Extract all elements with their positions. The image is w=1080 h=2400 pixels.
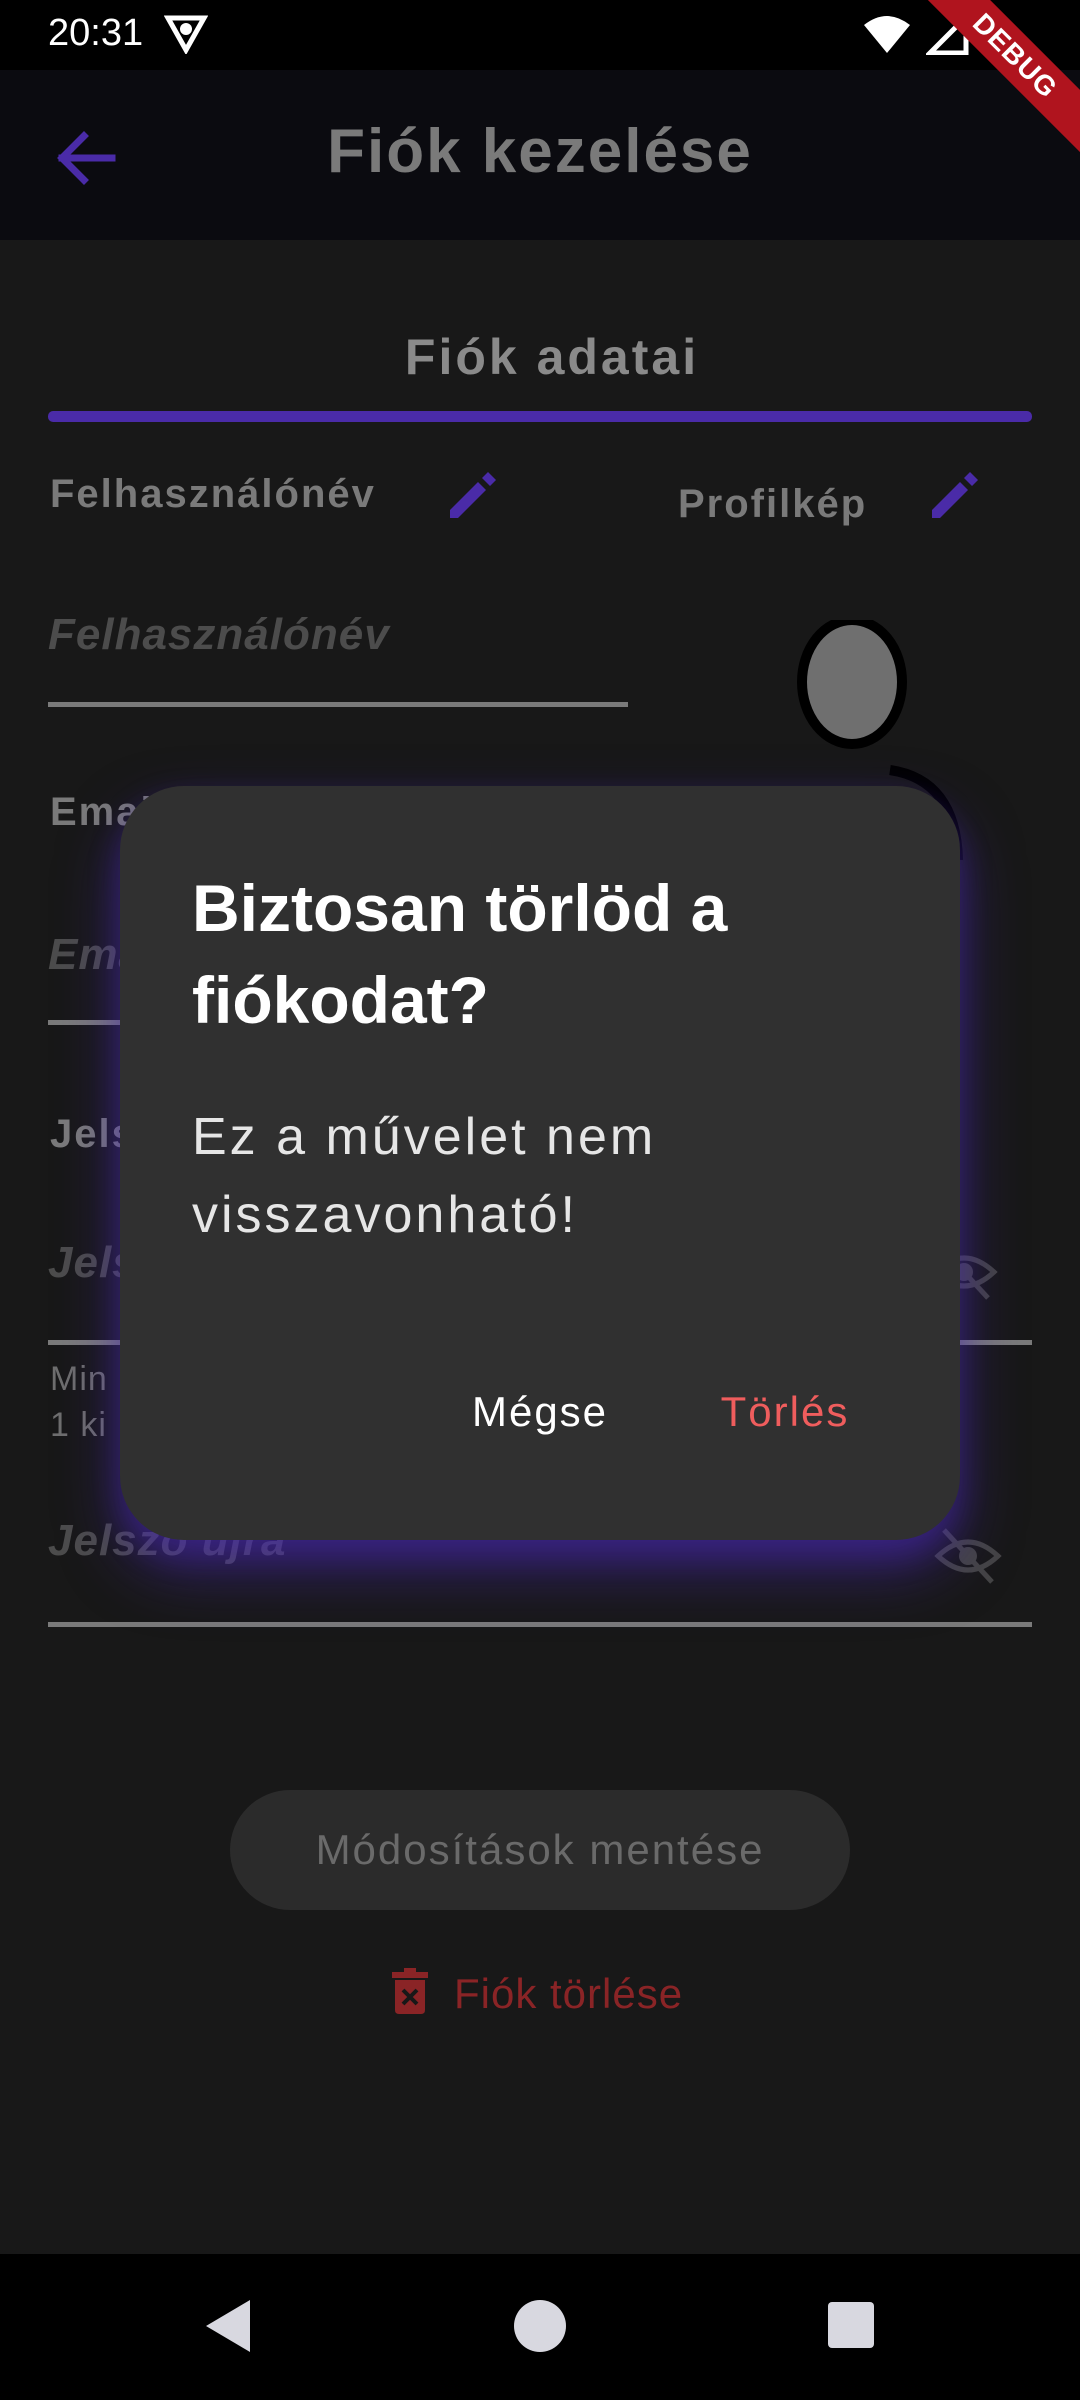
confirm-delete-button[interactable]: Törlés — [700, 1372, 870, 1452]
nav-recents-icon[interactable] — [824, 2296, 880, 2361]
dialog-message: Ez a művelet nem visszavonható! — [192, 1108, 657, 1244]
dialog-title: Biztosan törlöd a fiókodat? — [192, 871, 728, 1037]
status-bar: 20:31 — [0, 0, 1080, 70]
cancel-button[interactable]: Mégse — [460, 1372, 620, 1452]
status-time: 20:31 — [48, 12, 144, 54]
system-nav-bar — [0, 2254, 1080, 2400]
nav-back-icon[interactable] — [200, 2296, 256, 2361]
confirm-delete-dialog: Biztosan törlöd a fiókodat? Ez a művelet… — [120, 786, 960, 1540]
vpn-shield-icon — [163, 14, 209, 59]
nav-home-icon[interactable] — [512, 2296, 568, 2361]
wifi-icon — [862, 15, 912, 60]
